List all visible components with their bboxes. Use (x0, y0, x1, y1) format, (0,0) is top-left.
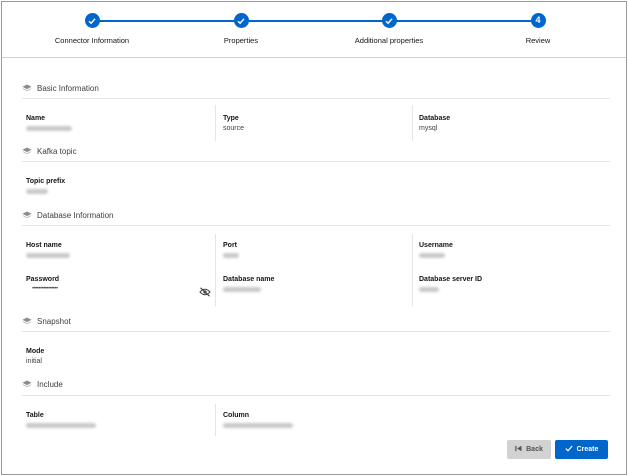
field-label: Password (26, 276, 60, 283)
field-table: Table (26, 412, 196, 428)
field-mode: Mode initial (26, 348, 196, 365)
section-title: Snapshot (37, 317, 71, 326)
redacted-value (223, 287, 261, 292)
section-divider (22, 225, 610, 226)
field-type: Type source (223, 115, 393, 132)
field-label: Port (223, 242, 237, 249)
back-button[interactable]: Back (507, 440, 551, 459)
section-divider (22, 331, 610, 332)
step-number: 4 (530, 13, 546, 28)
check-icon (233, 13, 249, 28)
section-include: Include (22, 380, 63, 389)
field-label: Database name (223, 276, 275, 283)
redacted-value (223, 253, 239, 258)
skip-back-icon (515, 445, 522, 454)
section-divider (22, 161, 610, 162)
step-connector-information[interactable]: Connector Information (22, 13, 162, 45)
password-mask: •••••••••••••••• (32, 286, 58, 292)
step-review[interactable]: 4 Review (468, 13, 608, 45)
field-label: Host name (26, 242, 62, 249)
layers-icon (22, 317, 32, 326)
section-database-information: Database Information (22, 211, 114, 220)
field-label: Column (223, 412, 250, 419)
back-button-label: Back (526, 446, 543, 453)
wizard-stepper: Connector Information Properties Additio… (2, 2, 626, 58)
field-label: Database (419, 115, 451, 122)
field-host-name: Host name (26, 242, 196, 258)
step-label: Properties (223, 36, 259, 45)
field-password: Password •••••••••••••••• (26, 276, 196, 292)
field-value: initial (26, 358, 42, 365)
field-value: source (223, 125, 245, 132)
step-label: Review (525, 36, 551, 45)
redacted-value (26, 126, 72, 131)
section-kafka-topic: Kafka topic (22, 147, 77, 156)
review-page: Connector Information Properties Additio… (1, 1, 627, 475)
step-additional-properties[interactable]: Additional properties (319, 13, 459, 45)
check-icon (84, 13, 100, 28)
redacted-value (26, 253, 70, 258)
section-divider (22, 98, 610, 99)
column-divider (215, 404, 216, 436)
layers-icon (22, 84, 32, 93)
field-label: Name (26, 115, 46, 122)
field-label: Type (223, 115, 239, 122)
field-username: Username (419, 242, 589, 258)
section-basic-information: Basic Information (22, 84, 99, 93)
layers-icon (22, 380, 32, 389)
field-label: Database server ID (419, 276, 483, 283)
field-database-server-id: Database server ID (419, 276, 589, 292)
create-button[interactable]: Create (555, 440, 608, 459)
field-column: Column (223, 412, 393, 428)
field-value: mysql (419, 125, 438, 132)
field-name: Name (26, 115, 196, 131)
section-title: Basic Information (37, 84, 99, 93)
column-divider (412, 234, 413, 306)
redacted-value (419, 253, 445, 258)
field-label: Table (26, 412, 44, 419)
create-button-label: Create (576, 446, 599, 453)
field-label: Mode (26, 348, 45, 355)
field-database-name: Database name (223, 276, 393, 292)
column-divider (215, 105, 216, 141)
section-divider (22, 395, 610, 396)
field-topic-prefix: Topic prefix (26, 178, 196, 194)
step-label: Additional properties (354, 36, 424, 45)
step-properties[interactable]: Properties (171, 13, 311, 45)
section-title: Include (37, 380, 63, 389)
check-icon (564, 445, 573, 454)
section-title: Kafka topic (37, 147, 77, 156)
field-label: Username (419, 242, 453, 249)
field-port: Port (223, 242, 393, 258)
layers-icon (22, 147, 32, 156)
eye-slash-icon[interactable] (199, 284, 211, 302)
field-database: Database mysql (419, 115, 589, 132)
section-title: Database Information (37, 211, 114, 220)
column-divider (412, 105, 413, 141)
redacted-value (26, 189, 48, 194)
field-label: Topic prefix (26, 178, 66, 185)
redacted-value (26, 423, 96, 428)
column-divider (215, 234, 216, 306)
check-icon (381, 13, 397, 28)
layers-icon (22, 211, 32, 220)
step-label: Connector Information (54, 36, 130, 45)
redacted-value (419, 287, 439, 292)
section-snapshot: Snapshot (22, 317, 71, 326)
redacted-value (223, 423, 293, 428)
